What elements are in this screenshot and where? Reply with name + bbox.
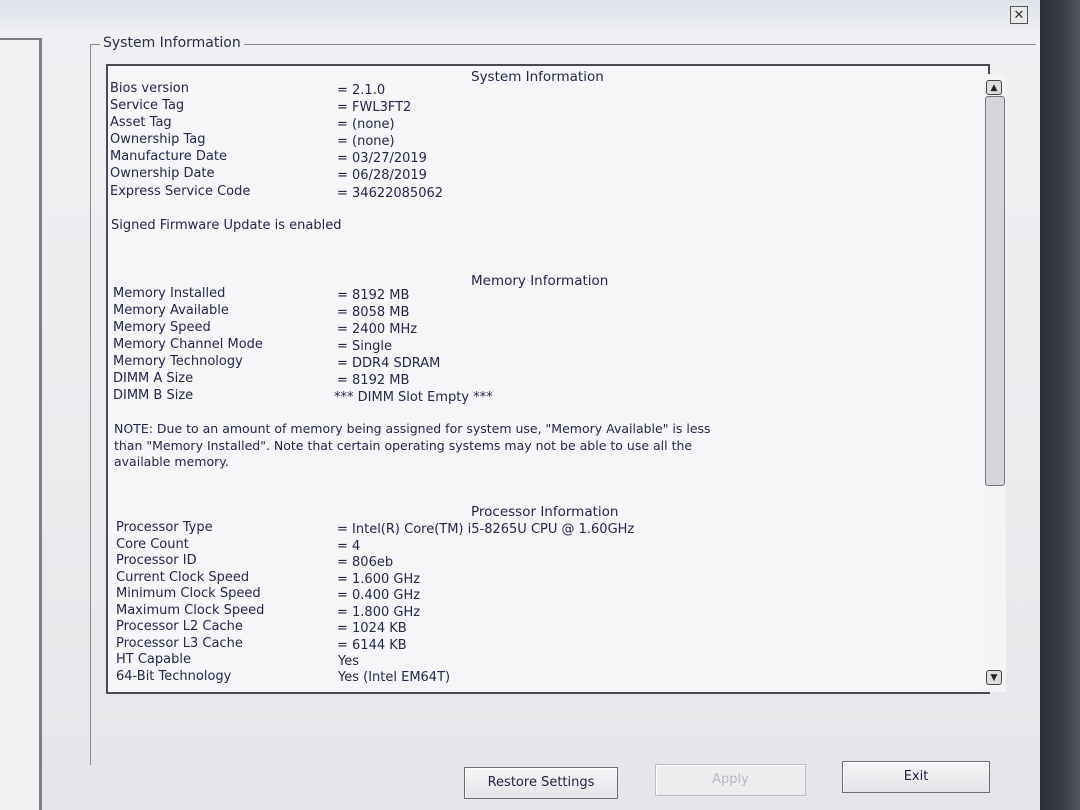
- memory-note-line: than "Memory Installed". Note that certa…: [114, 437, 693, 453]
- group-title: System Information: [100, 35, 244, 51]
- memory-note-line: available memory.: [114, 454, 229, 469]
- firmware-update-status: Signed Firmware Update is enabled: [111, 218, 342, 233]
- title-strip: [0, 0, 1040, 30]
- asset-tag-label: Asset Tag: [110, 115, 172, 130]
- service-tag-label: Service Tag: [110, 98, 185, 113]
- dimm-b-size-value: *** DIMM Slot Empty ***: [334, 390, 493, 405]
- memory-technology-label: Memory Technology: [113, 354, 243, 369]
- ownership-tag-value: = (none): [337, 134, 395, 149]
- processor-l2-cache-value: = 1024 KB: [337, 621, 407, 636]
- manufacture-date-label: Manufacture Date: [110, 149, 227, 164]
- restore-settings-button[interactable]: Restore Settings: [464, 767, 618, 799]
- maximum-clock-speed-label: Maximum Clock Speed: [116, 603, 265, 618]
- memory-info-heading: Memory Information: [471, 273, 609, 289]
- ownership-date-value: = 06/28/2019: [337, 168, 427, 183]
- scroll-thumb[interactable]: [985, 96, 1005, 486]
- minimum-clock-speed-label: Minimum Clock Speed: [116, 586, 261, 601]
- memory-channel-mode-value: = Single: [337, 339, 392, 354]
- core-count-label: Core Count: [116, 537, 189, 552]
- memory-note: NOTE: Due to an amount of memory being a…: [114, 421, 904, 471]
- memory-speed-value: = 2400 MHz: [337, 322, 418, 337]
- current-clock-speed-label: Current Clock Speed: [116, 570, 250, 585]
- processor-type-value: = Intel(R) Core(TM) i5-8265U CPU @ 1.60G…: [337, 522, 635, 537]
- maximum-clock-speed-value: = 1.800 GHz: [337, 605, 421, 620]
- scroll-down-icon[interactable]: ▼: [986, 670, 1002, 685]
- processor-l3-cache-value: = 6144 KB: [337, 638, 407, 653]
- ht-capable-label: HT Capable: [116, 652, 191, 667]
- processor-type-label: Processor Type: [116, 520, 213, 535]
- express-service-code-value: = 34622085062: [337, 186, 444, 201]
- core-count-value: = 4: [337, 539, 361, 554]
- apply-button[interactable]: Apply: [655, 764, 806, 796]
- processor-info-heading: Processor Information: [471, 504, 619, 520]
- memory-installed-value: = 8192 MB: [337, 288, 410, 303]
- manufacture-date-value: = 03/27/2019: [337, 151, 427, 166]
- ownership-tag-label: Ownership Tag: [110, 132, 206, 147]
- dimm-b-size-label: DIMM B Size: [113, 388, 194, 403]
- exit-button[interactable]: Exit: [842, 761, 990, 793]
- asset-tag-value: = (none): [337, 117, 395, 132]
- 64-bit-technology-value: Yes (Intel EM64T): [338, 670, 451, 685]
- bios-version-value: = 2.1.0: [337, 83, 386, 98]
- memory-technology-value: = DDR4 SDRAM: [337, 356, 441, 371]
- close-icon[interactable]: ✕: [1010, 6, 1028, 24]
- memory-available-label: Memory Available: [113, 303, 229, 318]
- processor-l3-cache-label: Processor L3 Cache: [116, 636, 243, 651]
- bios-version-label: Bios version: [110, 81, 190, 96]
- ownership-date-label: Ownership Date: [110, 166, 215, 181]
- current-clock-speed-value: = 1.600 GHz: [337, 572, 421, 587]
- memory-available-value: = 8058 MB: [337, 305, 410, 320]
- minimum-clock-speed-value: = 0.400 GHz: [337, 588, 421, 603]
- memory-channel-mode-label: Memory Channel Mode: [113, 337, 263, 352]
- 64-bit-technology-label: 64-Bit Technology: [116, 669, 232, 684]
- monitor-bezel: [1040, 0, 1080, 810]
- processor-id-value: = 806eb: [337, 555, 394, 570]
- processor-l2-cache-label: Processor L2 Cache: [116, 619, 243, 634]
- dimm-a-size-label: DIMM A Size: [113, 371, 194, 386]
- memory-installed-label: Memory Installed: [113, 286, 226, 301]
- ht-capable-value: Yes: [338, 654, 359, 669]
- memory-note-line: NOTE: Due to an amount of memory being a…: [114, 421, 711, 436]
- processor-id-label: Processor ID: [116, 553, 197, 568]
- dimm-a-size-value: = 8192 MB: [337, 373, 410, 388]
- service-tag-value: = FWL3FT2: [337, 100, 412, 115]
- scroll-up-icon[interactable]: ▲: [986, 80, 1002, 95]
- navigation-tree-panel[interactable]: [0, 38, 42, 810]
- express-service-code-label: Express Service Code: [110, 184, 251, 199]
- system-info-heading: System Information: [471, 69, 604, 85]
- memory-speed-label: Memory Speed: [113, 320, 211, 335]
